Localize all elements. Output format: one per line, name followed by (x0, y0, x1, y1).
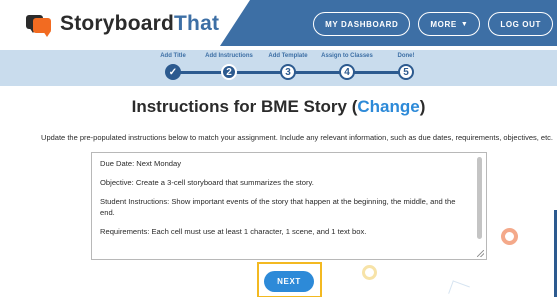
more-label: MORE (430, 19, 457, 29)
title-close-paren: ) (419, 97, 426, 116)
logo-text-that: That (174, 12, 220, 35)
textarea-scrollbar[interactable] (477, 157, 482, 239)
title-text: Instructions for BME Story ( (131, 97, 358, 116)
step-number: 5 (398, 64, 414, 80)
decorative-triangle (448, 280, 470, 297)
instructions-hint: Update the pre-populated instructions be… (41, 133, 553, 142)
next-button-highlight: NEXT (257, 262, 322, 297)
next-button[interactable]: NEXT (264, 271, 314, 292)
change-story-link[interactable]: Change (357, 97, 419, 116)
more-menu-button[interactable]: MORE ▼ (418, 12, 481, 36)
step-label: Done! (397, 53, 415, 59)
step-add-template[interactable]: Add Template 3 (258, 53, 318, 80)
step-label: Add Template (268, 53, 308, 59)
instruction-line: Requirements: Each cell must use at leas… (100, 227, 367, 236)
my-dashboard-button[interactable]: MY DASHBOARD (313, 12, 411, 36)
instructions-textarea[interactable]: Due Date: Next Monday Objective: Create … (91, 152, 487, 260)
page-title: Instructions for BME Story (Change) (0, 97, 557, 117)
next-label: NEXT (277, 277, 301, 286)
resize-grip-icon[interactable] (477, 250, 484, 257)
instruction-line: Objective: Create a 3-cell storyboard th… (100, 178, 314, 187)
logo-text: StoryboardThat (60, 12, 219, 36)
decorative-ring (362, 265, 377, 280)
instruction-line: Student Instructions: Show important eve… (100, 197, 456, 217)
instruction-line: Due Date: Next Monday (100, 159, 182, 168)
step-number: 2 (221, 64, 237, 80)
header: StoryboardThat MY DASHBOARD MORE ▼ LOG OU… (0, 0, 557, 50)
top-nav: MY DASHBOARD MORE ▼ LOG OUT (313, 12, 553, 36)
log-out-button[interactable]: LOG OUT (488, 12, 553, 36)
step-number: 3 (280, 64, 296, 80)
step-label: Assign to Classes (321, 53, 373, 59)
progress-stepper: Add Title ✓ Add Instructions 2 Add Templ… (0, 50, 557, 86)
storyboardthat-logo[interactable]: StoryboardThat (26, 12, 219, 37)
decorative-ring (501, 228, 518, 245)
step-assign-to-classes[interactable]: Assign to Classes 4 (317, 53, 377, 80)
step-label: Add Title (160, 53, 186, 59)
log-out-label: LOG OUT (500, 19, 541, 29)
speech-bubbles-icon (26, 13, 52, 37)
my-dashboard-label: MY DASHBOARD (325, 19, 399, 29)
step-add-title[interactable]: Add Title ✓ (143, 53, 203, 80)
step-done[interactable]: Done! 5 (376, 53, 436, 80)
step-number: 4 (339, 64, 355, 80)
checkmark-icon: ✓ (165, 64, 181, 80)
step-label: Add Instructions (205, 53, 253, 59)
logo-text-storyboard: Storyboard (60, 12, 175, 35)
caret-down-icon: ▼ (460, 20, 469, 28)
step-add-instructions[interactable]: Add Instructions 2 (199, 53, 259, 80)
